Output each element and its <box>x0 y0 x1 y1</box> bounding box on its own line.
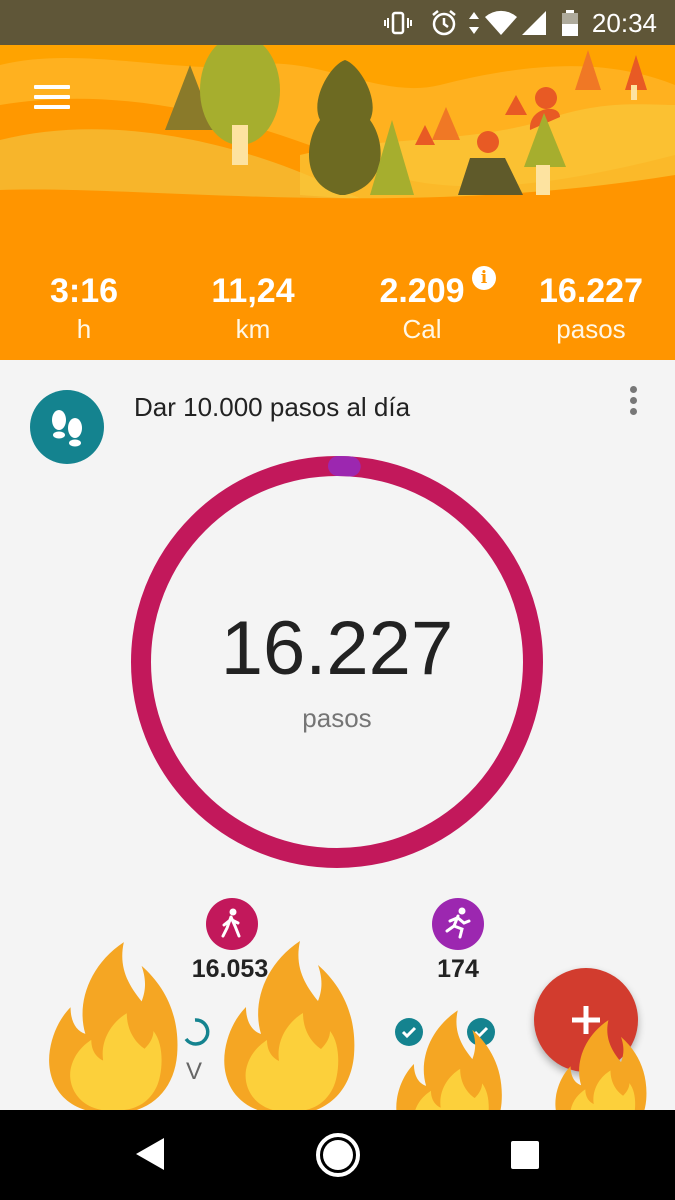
data-arrows-icon <box>469 12 479 34</box>
check-icon[interactable] <box>466 1017 496 1047</box>
stat-duration: 3:16 h <box>0 270 168 345</box>
add-button[interactable] <box>534 968 638 1072</box>
stat-steps: 16.227 pasos <box>507 270 675 345</box>
check-icon[interactable] <box>394 1017 424 1047</box>
stat-distance: 11,24 km <box>169 270 337 345</box>
wifi-icon <box>485 10 517 36</box>
walking-steps-value: 16.053 <box>191 955 269 983</box>
vibrate-icon <box>384 11 412 35</box>
stat-unit: pasos <box>556 314 626 344</box>
stat-unit: km <box>235 314 271 344</box>
ring-accent <box>328 456 361 477</box>
stat-unit: Cal <box>402 314 442 344</box>
stat-value: 3:16 <box>49 272 119 310</box>
signal-icon <box>522 11 546 35</box>
stat-value: 16.227 <box>539 272 643 310</box>
stat-unit: h <box>76 314 92 344</box>
footsteps-icon <box>30 390 104 464</box>
stat-value: 11,24 <box>211 272 295 310</box>
day-label: V <box>186 1058 203 1085</box>
day-progress-icon[interactable] <box>180 1017 210 1047</box>
fire-icon <box>49 942 178 1114</box>
goal-title: Dar 10.000 pasos al día <box>134 392 411 422</box>
running-icon <box>432 898 484 950</box>
alarm-icon <box>432 10 456 36</box>
running-steps-value: 174 <box>437 955 479 983</box>
battery-icon <box>562 10 578 36</box>
status-time: 20:34 <box>591 8 657 38</box>
back-icon[interactable] <box>132 1134 168 1174</box>
ring-step-count: 16.227 <box>220 606 454 691</box>
navigation-bar <box>0 1110 675 1200</box>
header-banner: 3:16 h 11,24 km 2.209 i Cal 16.227 pasos <box>0 45 675 360</box>
status-bar: 20:34 <box>0 0 675 45</box>
ring-unit: pasos <box>302 703 372 733</box>
recents-icon[interactable] <box>510 1140 540 1170</box>
walking-icon <box>206 898 258 950</box>
home-icon[interactable] <box>314 1131 362 1179</box>
plus-icon <box>572 1006 600 1034</box>
landscape-illustration <box>0 45 675 255</box>
menu-icon[interactable] <box>34 85 70 113</box>
more-options-icon[interactable] <box>622 386 644 420</box>
stat-calories[interactable]: 2.209 i Cal <box>338 266 506 345</box>
info-icon[interactable]: i <box>472 266 496 290</box>
